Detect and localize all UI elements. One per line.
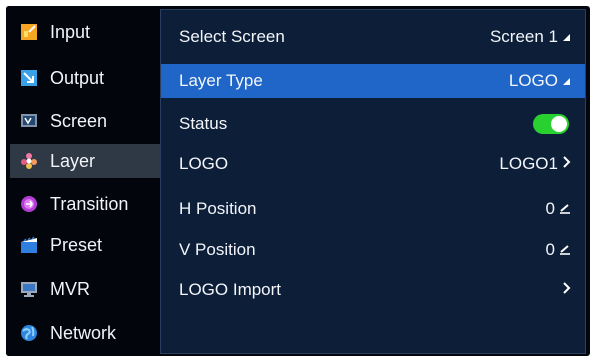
sidebar-item-input[interactable]: Input: [10, 15, 161, 49]
row-label: Status: [179, 114, 228, 133]
sidebar-item-layer[interactable]: Layer: [10, 144, 161, 178]
row-value: 0: [545, 199, 555, 218]
preset-icon: [20, 236, 38, 254]
chevron-right-icon: [562, 280, 571, 300]
sidebar-item-transition[interactable]: Transition: [10, 187, 161, 221]
row-label: H Position: [179, 199, 257, 218]
sidebar-item-label: Input: [50, 21, 91, 42]
row-label: LOGO: [179, 154, 229, 173]
row-value: LOGO: [508, 71, 558, 90]
status-toggle[interactable]: [533, 114, 569, 134]
network-icon: [20, 324, 38, 342]
sidebar-item-label: Layer: [50, 150, 96, 171]
input-icon: [20, 23, 38, 41]
row-select-screen[interactable]: Select Screen Screen 1: [161, 20, 585, 54]
row-logo[interactable]: LOGO LOGO1: [161, 147, 585, 181]
row-label: LOGO Import: [179, 280, 282, 299]
transition-icon: [20, 195, 38, 213]
chevron-right-icon: [562, 154, 571, 174]
layer-icon: [20, 152, 38, 170]
edit-icon: [559, 240, 571, 260]
row-status[interactable]: Status: [161, 107, 585, 141]
row-value: LOGO1: [499, 154, 558, 173]
row-logo-import[interactable]: LOGO Import: [161, 273, 585, 307]
dropdown-triangle-icon: [562, 71, 571, 91]
dropdown-triangle-icon: [562, 27, 571, 47]
sidebar-item-label: MVR: [50, 278, 90, 299]
output-icon: [20, 69, 38, 87]
sidebar-item-label: Output: [50, 67, 105, 88]
settings-panel: Select Screen Screen 1 Layer Type LOGO S…: [160, 9, 586, 354]
sidebar-item-label: Screen: [50, 110, 108, 131]
row-label: Layer Type: [179, 71, 263, 90]
sidebar-item-preset[interactable]: Preset: [10, 228, 161, 262]
edit-icon: [559, 199, 571, 219]
row-layer-type[interactable]: Layer Type LOGO: [161, 64, 585, 98]
toggle-knob: [551, 116, 567, 132]
app-frame: Input Output Screen Layer Transition Pre…: [6, 6, 590, 356]
sidebar-item-label: Transition: [50, 193, 129, 214]
row-value: Screen 1: [489, 27, 558, 46]
screen-icon: [20, 112, 38, 130]
sidebar-item-label: Network: [50, 322, 117, 343]
sidebar-item-mvr[interactable]: MVR: [10, 272, 161, 306]
sidebar-item-label: Preset: [50, 234, 103, 255]
row-v-position[interactable]: V Position 0: [161, 233, 585, 267]
row-value: 0: [545, 240, 555, 259]
row-h-position[interactable]: H Position 0: [161, 192, 585, 226]
sidebar: Input Output Screen Layer Transition Pre…: [6, 6, 161, 356]
row-label: Select Screen: [179, 27, 285, 46]
mvr-icon: [20, 280, 38, 298]
row-label: V Position: [179, 240, 256, 259]
sidebar-item-screen[interactable]: Screen: [10, 104, 161, 138]
sidebar-item-output[interactable]: Output: [10, 61, 161, 95]
sidebar-item-network[interactable]: Network: [10, 316, 161, 350]
